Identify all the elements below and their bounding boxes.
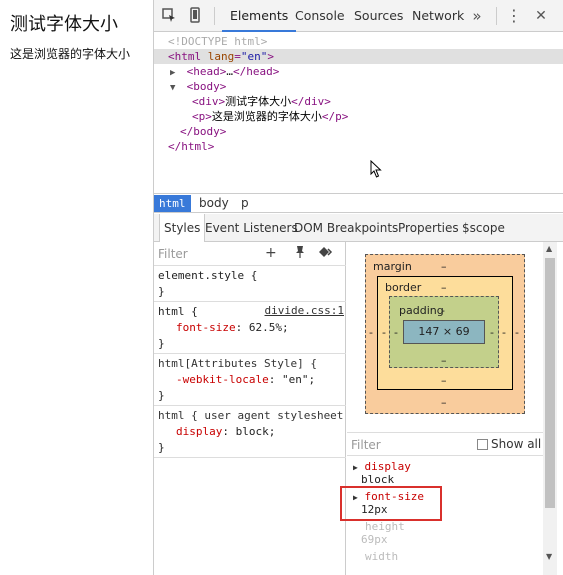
sidebar-tabs: Styles Event Listeners DOM Breakpoints P… [154, 214, 563, 242]
inspect-element-icon[interactable] [160, 7, 178, 25]
computed-property-height[interactable]: height 69px [353, 520, 405, 546]
padding-label: padding [399, 304, 444, 317]
tree-p-node[interactable]: <p>这是浏览器的字体大小</p> [154, 109, 563, 124]
box-model-content[interactable]: 147 × 69 [403, 320, 485, 344]
breadcrumb: html body p [154, 193, 563, 213]
show-all-checkbox[interactable] [477, 439, 488, 450]
computed-filter-row: Filter Show all [347, 432, 543, 456]
scroll-thumb[interactable] [545, 258, 555, 508]
more-tabs-icon[interactable]: » [468, 7, 486, 25]
computed-property-display[interactable]: ▶ display block [353, 460, 411, 486]
tree-div-node[interactable]: <div>测试字体大小</div> [154, 94, 563, 109]
breadcrumb-p[interactable]: p [236, 195, 254, 212]
tab-console[interactable]: Console [287, 0, 353, 32]
tab-elements[interactable]: Elements [222, 0, 297, 32]
scroll-down-icon[interactable]: ▼ [546, 552, 552, 561]
margin-label: margin [373, 260, 412, 273]
device-toolbar-icon[interactable] [186, 7, 204, 25]
computed-filter-input[interactable]: Filter [351, 438, 381, 452]
styles-pane: Filter + element.style { } html { divide… [154, 242, 346, 575]
style-rule-element: element.style { } [154, 268, 346, 302]
new-style-rule-icon[interactable]: + [265, 245, 277, 261]
dom-tree: <!DOCTYPE html> <html lang="en"> ▶ <head… [154, 32, 563, 192]
styles-filter-input[interactable]: Filter [158, 247, 188, 261]
preview-paragraph: 这是浏览器的字体大小 [10, 47, 131, 61]
devtools-panel: Elements Console Sources Network » ⋮ ✕ <… [153, 0, 563, 575]
breadcrumb-html[interactable]: html [154, 195, 191, 212]
tree-body-node[interactable]: ▼ <body> [154, 79, 563, 94]
toolbar-separator [214, 7, 215, 25]
tab-properties[interactable]: Properties [394, 214, 463, 242]
pin-element-state-icon[interactable] [294, 245, 306, 263]
style-rule-user-agent: html { user agent stylesheet display: bl… [154, 408, 346, 458]
style-property: -webkit-locale: "en"; [176, 373, 316, 386]
source-link[interactable]: divide.css:1 [265, 304, 344, 317]
preview-heading: 测试字体大小 [10, 14, 118, 35]
tab-scope[interactable]: $scope [458, 214, 509, 242]
tree-doctype[interactable]: <!DOCTYPE html> [154, 34, 563, 49]
tab-sources[interactable]: Sources [346, 0, 411, 32]
styles-filter-row: Filter + [154, 242, 346, 266]
tab-network[interactable]: Network [404, 0, 472, 32]
tab-dom-breakpoints[interactable]: DOM Breakpoints [290, 214, 402, 242]
tab-styles[interactable]: Styles [159, 214, 206, 242]
devtools-toolbar: Elements Console Sources Network » ⋮ ✕ [154, 0, 563, 32]
style-property[interactable]: font-size: 62.5%; [154, 320, 346, 336]
tree-html-node[interactable]: <html lang="en"> [154, 49, 563, 64]
show-all-label[interactable]: Show all [491, 437, 541, 451]
style-rule-attributes: html[Attributes Style] { -webkit-locale:… [154, 356, 346, 406]
page-preview: 测试字体大小 这是浏览器的字体大小 [0, 0, 153, 575]
border-label: border [385, 281, 422, 294]
tree-html-close[interactable]: </html> [154, 139, 563, 154]
toolbar-separator [496, 7, 497, 25]
style-property: display: block; [176, 425, 276, 438]
highlight-annotation [340, 486, 442, 521]
scroll-up-icon[interactable]: ▲ [546, 244, 552, 253]
close-icon[interactable]: ✕ [532, 7, 550, 25]
breadcrumb-body[interactable]: body [194, 195, 234, 212]
kebab-menu-icon[interactable]: ⋮ [505, 7, 523, 25]
tree-body-close[interactable]: </body> [154, 124, 563, 139]
tree-head-node[interactable]: ▶ <head>…</head> [154, 64, 563, 79]
scrollbar[interactable]: ▲ ▼ [543, 242, 557, 575]
style-rule-html: html { divide.css:1 font-size: 62.5%; } [154, 304, 346, 354]
computed-pane: margin – border – padding - 147 × 69 - -… [347, 242, 563, 575]
computed-property-width[interactable]: width [353, 550, 398, 563]
mouse-cursor-icon [370, 160, 382, 178]
tab-event-listeners[interactable]: Event Listeners [201, 214, 302, 242]
toggle-color-format-icon[interactable] [318, 245, 334, 263]
